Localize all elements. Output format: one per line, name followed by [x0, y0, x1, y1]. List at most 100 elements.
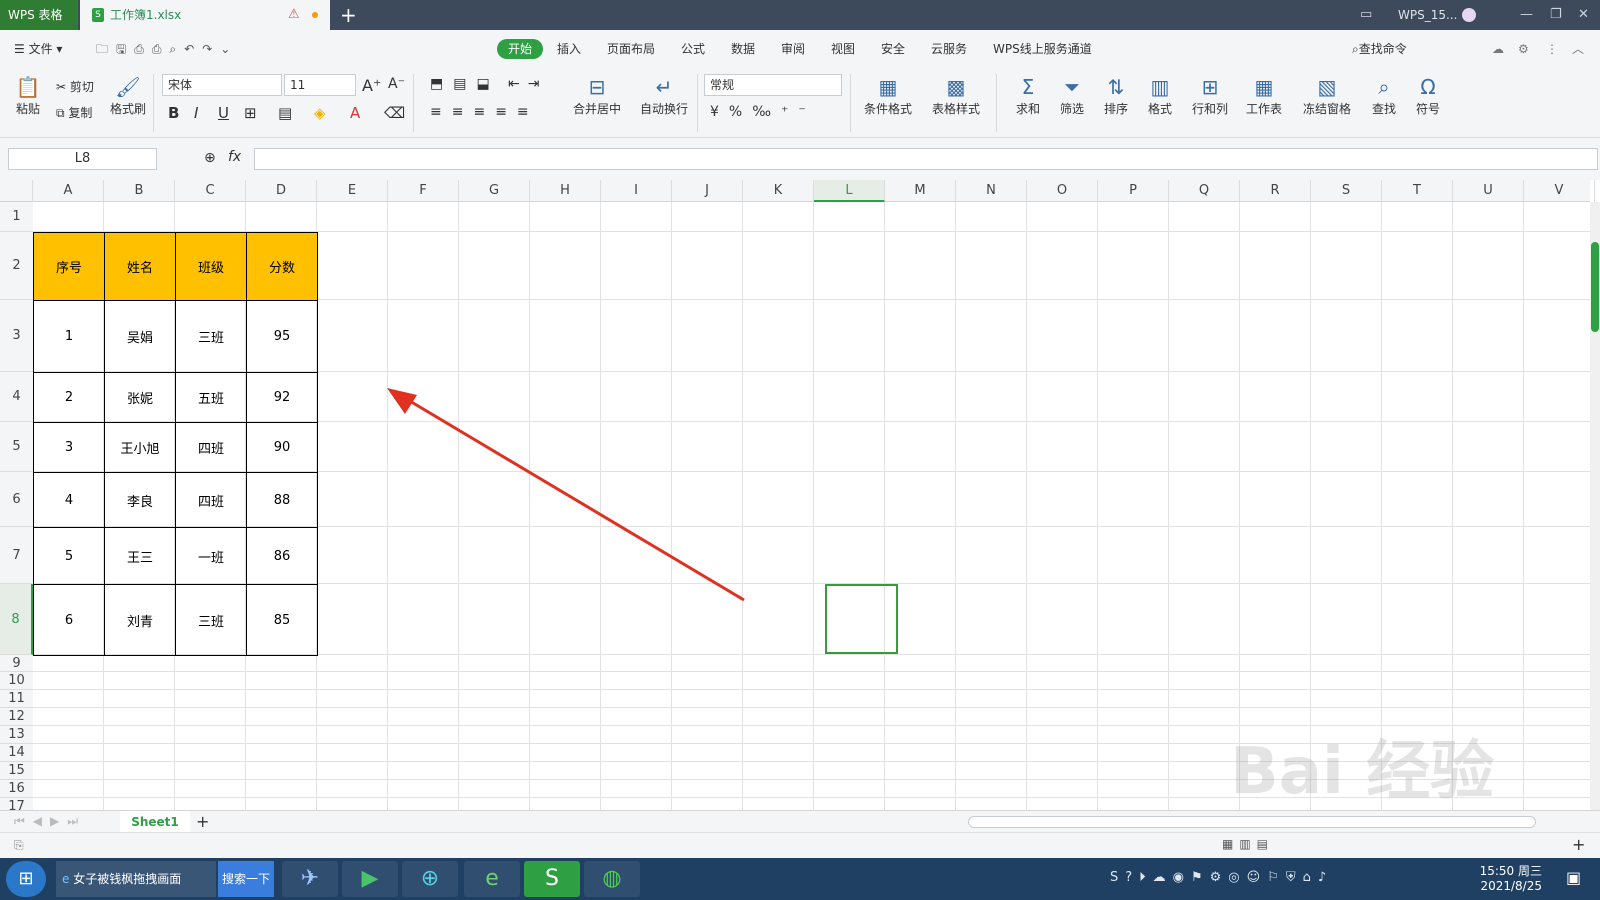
format-painter-button[interactable]: 🖌 格式刷 [108, 74, 148, 117]
copy-button[interactable]: ⧉ 复制 [56, 104, 92, 121]
gear-icon[interactable]: ⚙ [1518, 30, 1529, 68]
auto-wrap-button[interactable]: ↵ 自动换行 [636, 74, 692, 117]
file-menu[interactable]: ☰ 文件 ▾ [14, 30, 62, 68]
macro-icon[interactable]: ⎘ [14, 838, 24, 853]
tab-cloud[interactable]: 云服务 [931, 30, 967, 68]
zoom-formula-icon[interactable]: ⊕ [204, 150, 216, 166]
row-header-9[interactable]: 9 [0, 655, 33, 672]
column-header-s[interactable]: S [1311, 180, 1382, 202]
row-header-5[interactable]: 5 [0, 422, 33, 472]
column-header-i[interactable]: I [601, 180, 672, 202]
row-header-13[interactable]: 13 [0, 726, 33, 744]
font-name-select[interactable]: 宋体 [162, 74, 282, 96]
column-header-o[interactable]: O [1027, 180, 1098, 202]
tab-page-layout[interactable]: 页面布局 [607, 30, 655, 68]
column-header-j[interactable]: J [672, 180, 743, 202]
row-col-button[interactable]: ⊞ 行和列 [1186, 74, 1234, 117]
merge-center-button[interactable]: ⊟ 合并居中 [566, 74, 628, 117]
fill-color-icon[interactable]: ◈ [314, 104, 326, 122]
clock[interactable]: 15:50 周三 2021/8/25 [1478, 862, 1542, 893]
column-header-b[interactable]: B [104, 180, 175, 202]
freeze-panes-button[interactable]: ▧ 冻结窗格 [1296, 74, 1358, 117]
column-header-e[interactable]: E [317, 180, 388, 202]
column-header-m[interactable]: M [885, 180, 956, 202]
border-icon[interactable]: ⊞ [244, 104, 257, 122]
vertical-align-icons[interactable]: ⬒▤⬓ [430, 76, 500, 92]
row-header-6[interactable]: 6 [0, 472, 33, 527]
underline-icon[interactable]: U [218, 104, 229, 122]
row-header-12[interactable]: 12 [0, 708, 33, 726]
tab-data[interactable]: 数据 [731, 30, 755, 68]
search-command[interactable]: ⌕查找命令 [1352, 30, 1407, 68]
conditional-format-button[interactable]: ▦ 条件格式 [858, 74, 918, 117]
name-box[interactable]: L8 [8, 148, 157, 170]
column-header-g[interactable]: G [459, 180, 530, 202]
cell-style-icon[interactable]: ▤ [278, 104, 292, 122]
tab-security[interactable]: 安全 [881, 30, 905, 68]
vertical-scrollbar[interactable] [1590, 202, 1600, 810]
tab-view[interactable]: 视图 [831, 30, 855, 68]
wps-spreadsheet-icon[interactable]: S [524, 861, 580, 897]
zoom-in-icon[interactable]: + [1572, 835, 1585, 854]
formula-input[interactable] [254, 148, 1598, 170]
window-mode-icon[interactable]: ▭ [1360, 0, 1372, 30]
row-header-3[interactable]: 3 [0, 300, 33, 372]
new-tab-button[interactable]: + [340, 0, 357, 30]
worksheet-button[interactable]: ▦ 工作表 [1240, 74, 1288, 117]
quick-access-toolbar[interactable]: 🗀🖫⎙⎙⌕↶↷⌄ [96, 30, 238, 68]
column-header-v[interactable]: V [1524, 180, 1595, 202]
tab-formulas[interactable]: 公式 [681, 30, 705, 68]
row-header-11[interactable]: 11 [0, 690, 33, 708]
increase-font-icon[interactable]: A⁺ [362, 76, 381, 95]
sort-button[interactable]: ⇅ 排序 [1096, 74, 1136, 117]
row-header-16[interactable]: 16 [0, 780, 33, 798]
indent-icons[interactable]: ⇤⇥ [508, 76, 547, 92]
cloud-sync-icon[interactable]: ☁ [1492, 30, 1504, 68]
tab-review[interactable]: 审阅 [781, 30, 805, 68]
table-style-button[interactable]: ▩ 表格样式 [924, 74, 988, 117]
scroll-thumb[interactable] [1591, 242, 1599, 332]
close-icon[interactable]: ✕ [1578, 0, 1589, 30]
add-sheet-button[interactable]: + [196, 812, 209, 831]
cell-grid[interactable]: 序号 姓名 班级 分数 1 吴娟 三班 95 2 张妮 五班 92 3 王小旭 四班 90 4 李良… [33, 202, 1590, 810]
more-icon[interactable]: ⋮ [1546, 30, 1558, 68]
file-tab[interactable]: S 工作簿1.xlsx ⚠ [80, 0, 330, 30]
column-header-r[interactable]: R [1240, 180, 1311, 202]
column-header-u[interactable]: U [1453, 180, 1524, 202]
eraser-icon[interactable]: ⌫ [384, 104, 405, 122]
column-header-d[interactable]: D [246, 180, 317, 202]
fx-icon[interactable]: fx [228, 149, 241, 165]
swift-app-icon[interactable]: ✈ [282, 861, 338, 897]
sheet-tab-sheet1[interactable]: Sheet1 [120, 811, 190, 833]
notification-icon[interactable]: ▣ [1566, 868, 1581, 887]
media-player-icon[interactable]: ▶ [342, 861, 398, 897]
column-header-f[interactable]: F [388, 180, 459, 202]
restore-icon[interactable]: ❐ [1550, 0, 1562, 30]
tab-wps-online[interactable]: WPS线上服务通道 [993, 30, 1092, 68]
app-tab[interactable]: WPS 表格 [0, 0, 78, 30]
column-header-n[interactable]: N [956, 180, 1027, 202]
row-header-1[interactable]: 1 [0, 202, 33, 232]
cut-button[interactable]: ✂ 剪切 [56, 78, 94, 95]
collapse-ribbon-icon[interactable]: ︿ [1572, 30, 1584, 68]
ie-window-button[interactable]: e 女子被钱枫拖拽画面 [56, 861, 216, 897]
number-format-select[interactable]: 常规 [704, 74, 842, 96]
horizontal-align-icons[interactable]: ≡≡≡≡≡ [430, 104, 539, 120]
wechat-icon[interactable]: ◍ [584, 861, 640, 897]
system-tray-icons[interactable]: S?⏵☁◉⚑⚙◎☺⚐⛨⌂♪ [1110, 870, 1333, 885]
paste-button[interactable]: 📋 粘贴 [10, 74, 46, 117]
row-header-17[interactable]: 17 [0, 798, 33, 810]
select-all-corner[interactable] [0, 180, 33, 202]
number-format-icons[interactable]: ¥%‰⁺⁻ [710, 104, 816, 120]
column-header-a[interactable]: A [33, 180, 104, 202]
row-header-8[interactable]: 8 [0, 584, 33, 655]
row-header-15[interactable]: 15 [0, 762, 33, 780]
row-header-14[interactable]: 14 [0, 744, 33, 762]
font-color-icon[interactable]: A [350, 104, 360, 122]
app-e-icon[interactable]: e [464, 861, 520, 897]
row-header-4[interactable]: 4 [0, 372, 33, 422]
minimize-icon[interactable]: — [1520, 0, 1533, 30]
selected-cell-l8[interactable] [825, 584, 898, 654]
search-button[interactable]: 搜索一下 [218, 861, 274, 897]
symbol-button[interactable]: Ω 符号 [1408, 74, 1448, 117]
